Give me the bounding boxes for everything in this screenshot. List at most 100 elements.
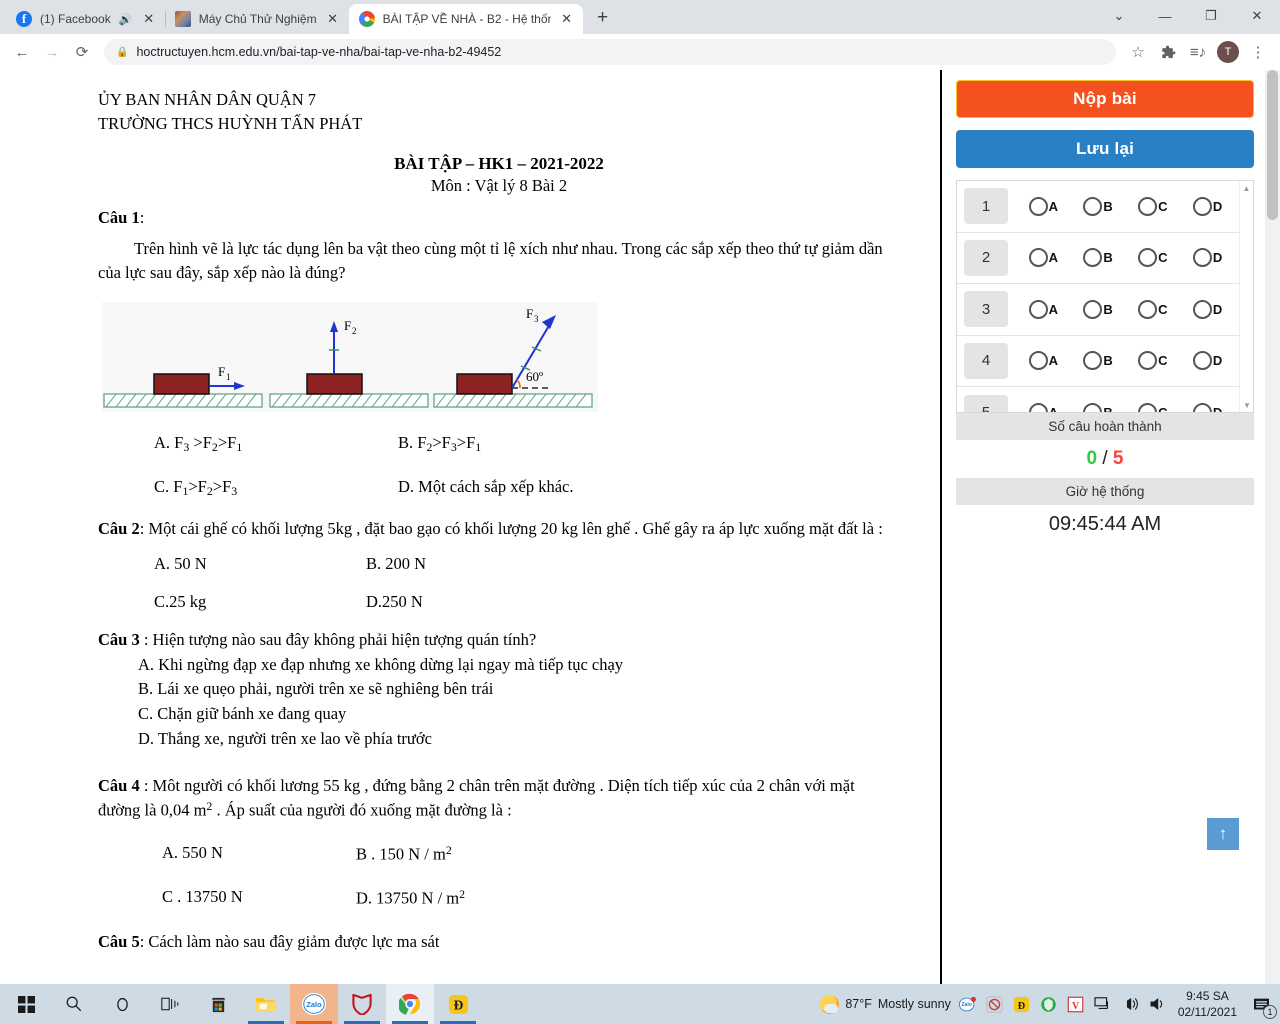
- notification-center-icon[interactable]: 1: [1248, 991, 1277, 1019]
- zalo-icon[interactable]: Zalo: [290, 984, 338, 1024]
- search-icon[interactable]: [50, 984, 98, 1024]
- answer-option-c[interactable]: C: [1138, 248, 1168, 268]
- radio-icon[interactable]: [1028, 196, 1048, 216]
- answer-option-b[interactable]: B: [1083, 403, 1113, 412]
- page-scrollbar[interactable]: [1265, 70, 1280, 984]
- unikey-icon[interactable]: Ɖ: [434, 984, 482, 1024]
- chrome-icon[interactable]: [386, 984, 434, 1024]
- tab-close-icon[interactable]: ✕: [325, 11, 341, 27]
- question-4-option-a[interactable]: A. 550 N: [98, 843, 356, 864]
- question-3-option-b[interactable]: B. Lái xe quẹo phải, người trên xe sẽ ng…: [98, 677, 900, 702]
- radio-icon[interactable]: [1192, 351, 1212, 371]
- radio-icon[interactable]: [1083, 299, 1103, 319]
- radio-icon[interactable]: [1028, 299, 1048, 319]
- security-tray-icon[interactable]: [1039, 994, 1059, 1014]
- avatar[interactable]: T: [1214, 38, 1242, 66]
- question-2-option-d[interactable]: D.250 N: [366, 592, 423, 612]
- scroll-down-icon[interactable]: ▼: [1240, 398, 1253, 412]
- radio-icon[interactable]: [1028, 248, 1048, 268]
- radio-icon[interactable]: [1192, 248, 1212, 268]
- antivirus-tray-icon[interactable]: [985, 994, 1005, 1014]
- answer-option-b[interactable]: B: [1083, 196, 1113, 216]
- question-1-option-c[interactable]: C. F1>F2>F3: [98, 477, 398, 499]
- question-1-option-b[interactable]: B. F2>F3>F1: [398, 433, 481, 455]
- tab-close-icon[interactable]: ✕: [559, 11, 575, 27]
- answer-option-d[interactable]: D: [1192, 248, 1222, 268]
- mcafee-icon[interactable]: [338, 984, 386, 1024]
- radio-icon[interactable]: [1138, 248, 1158, 268]
- radio-icon[interactable]: [1192, 196, 1212, 216]
- microsoft-store-icon[interactable]: [194, 984, 242, 1024]
- question-4-option-d[interactable]: D. 13750 N / m2: [356, 887, 465, 908]
- question-1-option-a[interactable]: A. F3 >F2>F1: [98, 433, 398, 455]
- answer-option-a[interactable]: A: [1028, 403, 1058, 412]
- tab-close-icon[interactable]: ✕: [141, 11, 157, 27]
- chevron-down-icon[interactable]: ⌄: [1096, 0, 1142, 32]
- question-4-option-b[interactable]: B . 150 N / m2: [356, 843, 452, 864]
- radio-icon[interactable]: [1138, 403, 1158, 412]
- radio-icon[interactable]: [1138, 196, 1158, 216]
- question-2-option-a[interactable]: A. 50 N: [98, 554, 366, 574]
- answer-option-b[interactable]: B: [1083, 299, 1113, 319]
- volume-tray-icon[interactable]: [1147, 994, 1167, 1014]
- start-button[interactable]: [2, 984, 50, 1024]
- radio-icon[interactable]: [1083, 196, 1103, 216]
- scroll-up-icon[interactable]: ▲: [1240, 181, 1253, 195]
- weather-widget[interactable]: 87°F Mostly sunny: [820, 994, 951, 1014]
- answer-option-c[interactable]: C: [1138, 299, 1168, 319]
- arrow-up-icon[interactable]: ↑: [1207, 818, 1239, 850]
- cortana-icon[interactable]: [98, 984, 146, 1024]
- answer-option-d[interactable]: D: [1192, 403, 1222, 412]
- question-2-option-b[interactable]: B. 200 N: [366, 554, 426, 574]
- display-tray-icon[interactable]: [1093, 994, 1113, 1014]
- radio-icon[interactable]: [1028, 351, 1048, 371]
- network-tray-icon[interactable]: [1120, 994, 1140, 1014]
- answer-grid-scrollbar[interactable]: ▲ ▼: [1239, 181, 1253, 412]
- radio-icon[interactable]: [1138, 299, 1158, 319]
- vietkey-tray-icon[interactable]: V: [1066, 994, 1086, 1014]
- answer-option-b[interactable]: B: [1083, 248, 1113, 268]
- extensions-icon[interactable]: [1154, 38, 1182, 66]
- answer-option-c[interactable]: C: [1138, 403, 1168, 412]
- answer-option-a[interactable]: A: [1028, 248, 1058, 268]
- answer-option-a[interactable]: A: [1028, 196, 1058, 216]
- taskbar-clock[interactable]: 9:45 SA 02/11/2021: [1174, 988, 1241, 1020]
- answer-option-c[interactable]: C: [1138, 196, 1168, 216]
- radio-icon[interactable]: [1192, 299, 1212, 319]
- radio-icon[interactable]: [1138, 351, 1158, 371]
- scrollbar-track[interactable]: [1240, 195, 1253, 398]
- browser-tab-may-chu-thu-nghiem[interactable]: Máy Chủ Thử Nghiệm ✕: [164, 4, 349, 34]
- minimize-button[interactable]: —: [1142, 0, 1188, 32]
- unikey-tray-icon[interactable]: Ɖ: [1012, 994, 1032, 1014]
- address-bar[interactable]: 🔒 hoctructuyen.hcm.edu.vn/bai-tap-ve-nha…: [104, 39, 1116, 65]
- submit-button[interactable]: Nộp bài: [956, 80, 1254, 118]
- forward-icon[interactable]: →: [38, 38, 66, 66]
- question-3-option-a[interactable]: A. Khi ngừng đạp xe đạp nhưng xe không d…: [98, 653, 900, 678]
- browser-tab-bai-tap-ve-nha[interactable]: BÀI TẬP VỀ NHÀ - B2 - Hệ thống ✕: [348, 4, 583, 34]
- back-icon[interactable]: ←: [8, 38, 36, 66]
- answer-option-d[interactable]: D: [1192, 299, 1222, 319]
- question-2-option-c[interactable]: C.25 kg: [98, 592, 366, 612]
- reload-icon[interactable]: ⟳: [68, 38, 96, 66]
- close-window-button[interactable]: ✕: [1234, 0, 1280, 32]
- answer-option-a[interactable]: A: [1028, 299, 1058, 319]
- question-3-option-d[interactable]: D. Thắng xe, người trên xe lao về phía t…: [98, 727, 900, 752]
- radio-icon[interactable]: [1083, 248, 1103, 268]
- question-3-option-c[interactable]: C. Chặn giữ bánh xe đang quay: [98, 702, 900, 727]
- maximize-button[interactable]: ❐: [1188, 0, 1234, 32]
- answer-option-d[interactable]: D: [1192, 196, 1222, 216]
- answer-option-d[interactable]: D: [1192, 351, 1222, 371]
- save-button[interactable]: Lưu lại: [956, 130, 1254, 168]
- radio-icon[interactable]: [1028, 403, 1048, 412]
- media-playlist-icon[interactable]: ≡♪: [1184, 38, 1212, 66]
- new-tab-button[interactable]: +: [589, 4, 617, 32]
- answer-option-c[interactable]: C: [1138, 351, 1168, 371]
- radio-icon[interactable]: [1083, 351, 1103, 371]
- radio-icon[interactable]: [1083, 403, 1103, 412]
- answer-option-b[interactable]: B: [1083, 351, 1113, 371]
- tab-mute-icon[interactable]: 🔊: [119, 13, 133, 26]
- task-view-icon[interactable]: [146, 984, 194, 1024]
- question-1-option-d[interactable]: D. Một cách sắp xếp khác.: [398, 477, 573, 499]
- browser-tab-facebook[interactable]: f (1) Facebook 🔊 ✕: [6, 4, 165, 34]
- bookmark-star-icon[interactable]: ☆: [1124, 38, 1152, 66]
